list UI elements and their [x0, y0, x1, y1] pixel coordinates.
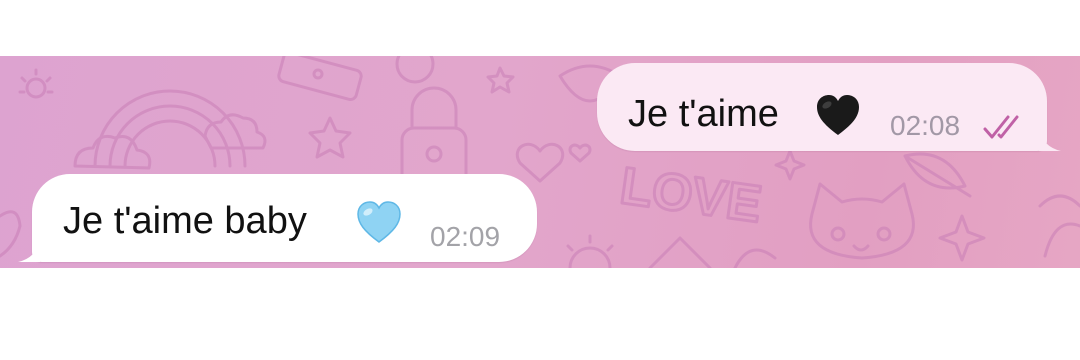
sparkle-icon — [774, 149, 806, 181]
chat-screen: LOVE Je t'aime 02:08 Je t'aime baby 02:0… — [0, 0, 1080, 360]
cat-face-icon — [809, 182, 915, 260]
heart-icon — [516, 142, 564, 183]
message-text: Je t'aime — [628, 93, 779, 135]
light-blue-heart-icon — [357, 201, 401, 243]
incoming-message-bubble[interactable]: Je t'aime baby 02:09 — [18, 174, 537, 262]
padlock-icon — [400, 86, 468, 188]
message-time: 02:09 — [430, 221, 501, 252]
star-icon — [308, 116, 352, 159]
message-text: Je t'aime baby — [63, 200, 307, 242]
sun-icon — [18, 68, 54, 99]
sparkle-icon — [938, 214, 986, 262]
black-heart-icon — [817, 95, 859, 135]
outgoing-message-bubble[interactable]: Je t'aime 02:08 — [597, 63, 1061, 151]
star-icon — [486, 66, 515, 94]
feather-icon — [903, 152, 972, 198]
message-time: 02:08 — [890, 110, 961, 141]
sun-icon — [566, 234, 614, 268]
rainbow-icon — [93, 89, 247, 168]
heart-icon — [568, 143, 592, 163]
chat-message-area[interactable]: LOVE Je t'aime 02:08 Je t'aime baby 02:0… — [0, 56, 1080, 268]
phone-icon — [277, 56, 363, 101]
cloud-icon — [73, 113, 267, 170]
double-check-icon — [983, 115, 1019, 139]
svg-text:LOVE: LOVE — [617, 157, 765, 234]
love-text-icon: LOVE — [615, 155, 766, 235]
bubble-tail — [18, 240, 40, 262]
bubble-tail — [1039, 129, 1061, 151]
